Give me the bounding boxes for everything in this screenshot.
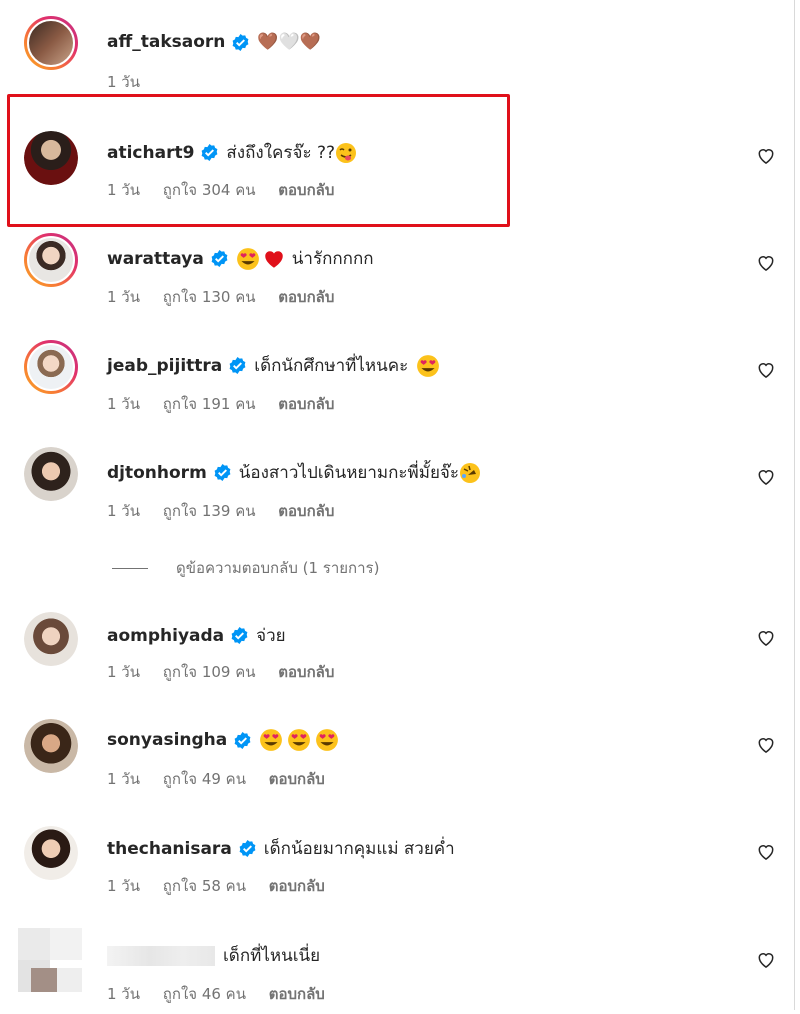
blurred-username[interactable] bbox=[107, 945, 215, 966]
comment-time: 1 วัน bbox=[107, 985, 140, 1003]
comment-item: aff_taksaorn 🤎🤍🤎 1 วัน bbox=[0, 0, 790, 100]
reply-button[interactable]: ตอบกลับ bbox=[269, 877, 325, 895]
comment-text: เด็กนักศึกษาที่ไหนคะ bbox=[254, 356, 409, 376]
like-heart-icon[interactable] bbox=[756, 360, 776, 380]
comment-text: เด็กที่ไหนเนี่ย bbox=[223, 946, 321, 966]
like-heart-icon[interactable] bbox=[756, 146, 776, 166]
comment-item: aomphiyada จ่วย 1 วัน ถูกใจ 109 คน ตอบกล… bbox=[0, 592, 790, 692]
like-count[interactable]: ถูกใจ 130 คน bbox=[163, 288, 256, 306]
comment-time: 1 วัน bbox=[107, 663, 140, 681]
verified-badge-icon bbox=[231, 626, 248, 645]
comment-text: น้องสาวไปเดินหยามกะพี่มั้ยจ๊ะ bbox=[238, 463, 460, 483]
heart-eyes-emoji-icon bbox=[260, 729, 283, 751]
like-heart-icon[interactable] bbox=[756, 467, 776, 487]
view-replies-button[interactable]: ดูข้อความตอบกลับ (1 รายการ) bbox=[112, 556, 379, 580]
comment-item: sonyasingha 1 วัน ถูกใจ 49 คน ตอบกลับ bbox=[0, 699, 790, 799]
reply-button[interactable]: ตอบกลับ bbox=[278, 395, 334, 413]
reply-button[interactable]: ตอบกลับ bbox=[269, 985, 325, 1003]
avatar[interactable] bbox=[24, 233, 78, 287]
username[interactable]: djtonhorm bbox=[107, 463, 207, 483]
username[interactable]: jeab_pijittra bbox=[107, 356, 222, 376]
username[interactable]: sonyasingha bbox=[107, 730, 227, 750]
comment-item: thechanisara เด็กน้อยมากคุมแม่ สวยค่ำ 1 … bbox=[0, 806, 790, 906]
comment-text: น่ารักกกกก bbox=[291, 249, 374, 269]
like-count[interactable]: ถูกใจ 191 คน bbox=[163, 395, 256, 413]
like-heart-icon[interactable] bbox=[756, 628, 776, 648]
avatar[interactable] bbox=[24, 719, 78, 773]
rolling-laughing-emoji-icon bbox=[460, 462, 481, 483]
heart-eyes-emoji-icon bbox=[316, 729, 339, 751]
right-divider bbox=[794, 0, 795, 1010]
like-heart-icon[interactable] bbox=[756, 735, 776, 755]
like-count[interactable]: ถูกใจ 58 คน bbox=[163, 877, 246, 895]
username[interactable]: aff_taksaorn bbox=[107, 32, 225, 52]
comment-item: เด็กที่ไหนเนี่ย 1 วัน ถูกใจ 46 คน ตอบกลั… bbox=[0, 914, 790, 1014]
heart-eyes-emoji-icon bbox=[236, 247, 259, 270]
reply-button[interactable]: ตอบกลับ bbox=[278, 663, 334, 681]
comment-time: 1 วัน bbox=[107, 288, 140, 306]
avatar[interactable] bbox=[24, 826, 78, 880]
avatar[interactable] bbox=[24, 612, 78, 666]
verified-badge-icon bbox=[214, 463, 231, 482]
verified-badge-icon bbox=[233, 33, 249, 51]
reply-button[interactable]: ตอบกลับ bbox=[269, 770, 325, 788]
comment-item: warattaya น่ารักกกกก 1 วัน ถูกใจ 130 คน … bbox=[0, 215, 790, 315]
avatar[interactable] bbox=[24, 16, 78, 70]
heart-eyes-emoji-icon bbox=[288, 729, 311, 751]
comment-text: เด็กน้อยมากคุมแม่ สวยค่ำ bbox=[263, 839, 455, 859]
username[interactable]: thechanisara bbox=[107, 839, 232, 859]
like-count[interactable]: ถูกใจ 46 คน bbox=[163, 985, 246, 1003]
blurred-avatar[interactable] bbox=[18, 928, 82, 992]
verified-badge-icon bbox=[239, 839, 256, 858]
heart-eyes-emoji-icon bbox=[417, 354, 440, 377]
comment-time: 1 วัน bbox=[107, 770, 140, 788]
replies-divider bbox=[112, 567, 148, 569]
username[interactable]: aomphiyada bbox=[107, 626, 224, 646]
reply-button[interactable]: ตอบกลับ bbox=[278, 288, 334, 306]
like-count[interactable]: ถูกใจ 109 คน bbox=[163, 663, 256, 681]
avatar[interactable] bbox=[24, 340, 78, 394]
avatar[interactable] bbox=[24, 447, 78, 501]
comment-item: jeab_pijittra เด็กนักศึกษาที่ไหนคะ 1 วัน… bbox=[0, 322, 790, 422]
like-count[interactable]: ถูกใจ 49 คน bbox=[163, 770, 246, 788]
like-heart-icon[interactable] bbox=[756, 842, 776, 862]
comment-time: 1 วัน bbox=[107, 877, 140, 895]
like-heart-icon[interactable] bbox=[756, 253, 776, 273]
comment-text: 🤎🤍🤎 bbox=[257, 32, 321, 52]
comment-time: 1 วัน bbox=[107, 73, 140, 91]
comment-text: จ่วย bbox=[256, 626, 286, 646]
verified-badge-icon bbox=[211, 249, 228, 268]
comment-item: djtonhorm น้องสาวไปเดินหยามกะพี่มั้ยจ๊ะ … bbox=[0, 429, 790, 529]
like-count[interactable]: ถูกใจ 139 คน bbox=[163, 502, 256, 520]
verified-badge-icon bbox=[229, 356, 246, 375]
verified-badge-icon bbox=[234, 731, 251, 749]
view-replies-label: ดูข้อความตอบกลับ (1 รายการ) bbox=[176, 559, 380, 577]
comment-time: 1 วัน bbox=[107, 395, 140, 413]
like-heart-icon[interactable] bbox=[756, 950, 776, 970]
username[interactable]: warattaya bbox=[107, 249, 204, 269]
reply-button[interactable]: ตอบกลับ bbox=[278, 502, 334, 520]
comment-time: 1 วัน bbox=[107, 502, 140, 520]
red-highlight-box bbox=[7, 94, 510, 227]
red-heart-icon bbox=[265, 250, 283, 268]
